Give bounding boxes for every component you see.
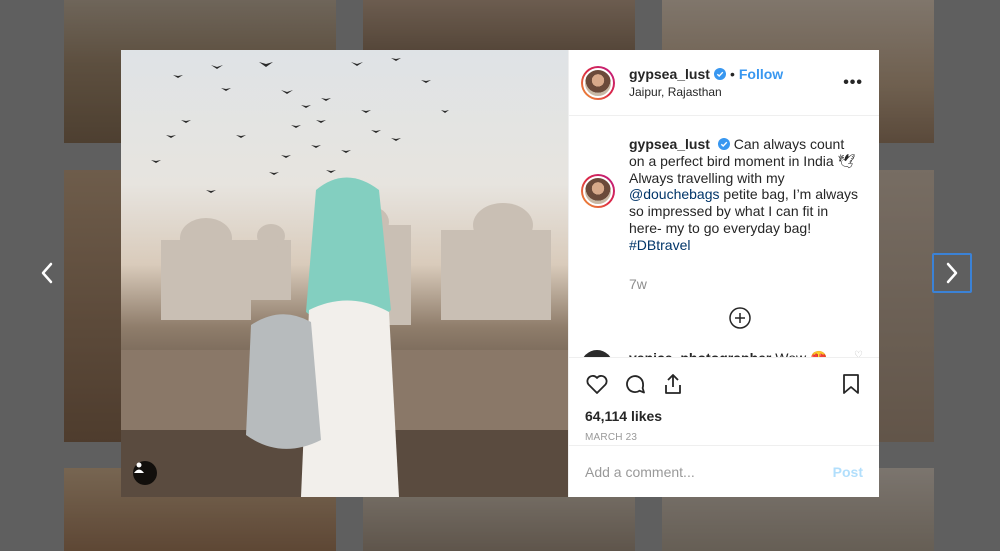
save-button[interactable] <box>839 372 863 401</box>
comment-username[interactable]: venice_photographer <box>629 350 771 357</box>
comment-text: Wow 😍 <box>775 349 828 358</box>
post-time-ago: 7w <box>629 275 647 292</box>
post-sidebar: gypsea_lust • Follow Jaipur, Rajasthan •… <box>568 50 879 497</box>
heart-icon[interactable]: ♡ <box>854 350 863 357</box>
chevron-left-icon <box>41 262 53 284</box>
avatar[interactable] <box>581 65 615 100</box>
separator-dot: • <box>729 66 735 82</box>
action-bar <box>569 358 879 404</box>
load-more-comments-button[interactable] <box>617 306 863 330</box>
comment-bubble-icon <box>626 374 645 393</box>
heart-icon <box>586 374 608 394</box>
plus-circle-icon <box>729 306 751 329</box>
location-link[interactable]: Jaipur, Rajasthan <box>629 85 843 99</box>
chevron-right-icon <box>946 262 958 284</box>
comment-button[interactable] <box>623 372 647 401</box>
avatar[interactable] <box>581 349 613 357</box>
post-date: MARCH 23 <box>585 432 638 443</box>
caption-username[interactable]: gypsea_lust <box>629 136 710 152</box>
avatar[interactable] <box>581 174 615 208</box>
grid-thumbnail[interactable] <box>363 497 635 551</box>
follow-button[interactable]: Follow <box>739 66 783 82</box>
mention-link[interactable]: @douchebags <box>629 186 720 202</box>
share-icon <box>665 373 681 394</box>
comment-input[interactable]: Add a comment... <box>585 464 833 480</box>
post-comment-button[interactable]: Post <box>833 464 863 480</box>
user-tag-button[interactable] <box>133 461 157 485</box>
username-link[interactable]: gypsea_lust <box>629 66 710 82</box>
grid-thumbnail[interactable] <box>363 0 635 50</box>
post-caption: gypsea_lust Can always count on a perfec… <box>581 136 863 254</box>
post-photo[interactable] <box>121 50 568 497</box>
grid-thumbnail[interactable] <box>64 170 121 442</box>
add-comment-bar: Add a comment... Post <box>569 445 879 497</box>
previous-post-button[interactable] <box>27 253 67 293</box>
hashtag-link[interactable]: #DBtravel <box>629 237 690 253</box>
likes-count[interactable]: 64,114 likes <box>569 404 879 424</box>
post-modal: gypsea_lust • Follow Jaipur, Rajasthan •… <box>121 50 879 497</box>
share-button[interactable] <box>661 372 685 401</box>
comment-item: venice_photographer Wow 😍 ♡ <box>581 349 863 358</box>
like-button[interactable] <box>585 372 609 401</box>
bookmark-icon <box>843 373 859 394</box>
post-photo-illustration <box>121 58 568 497</box>
grid-thumbnail[interactable] <box>879 170 934 442</box>
next-post-button[interactable] <box>932 253 972 293</box>
post-header: gypsea_lust • Follow Jaipur, Rajasthan •… <box>569 50 879 116</box>
verified-badge-icon <box>713 68 726 80</box>
more-options-button[interactable]: ••• <box>843 74 863 92</box>
user-tag-icon <box>134 462 144 473</box>
verified-badge-icon <box>717 138 730 150</box>
comments-list[interactable]: gypsea_lust Can always count on a perfec… <box>569 116 879 358</box>
